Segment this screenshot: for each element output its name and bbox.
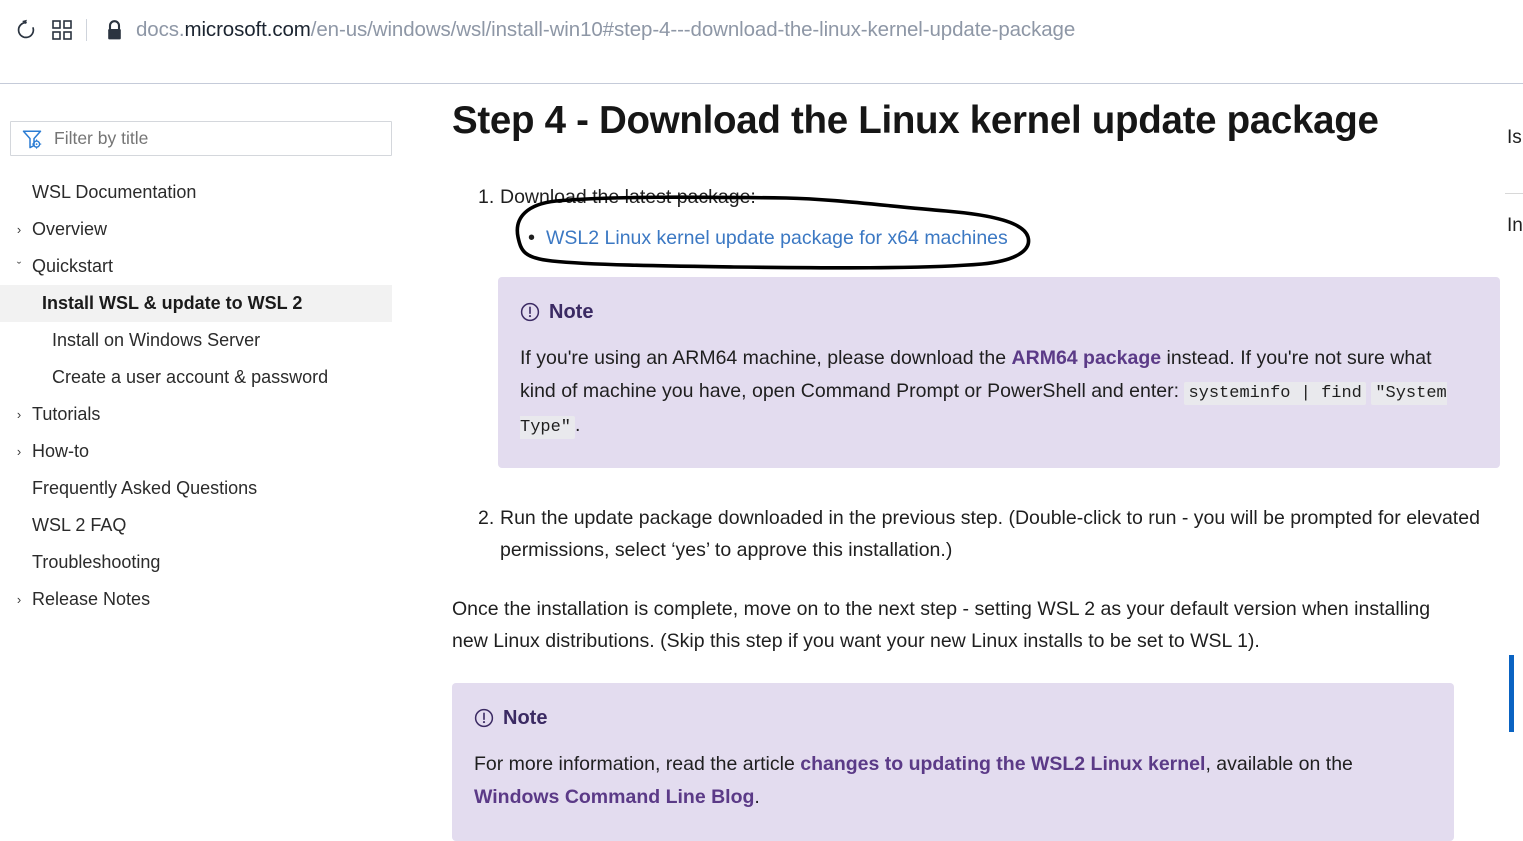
chevron-right-icon[interactable]: ›: [10, 444, 28, 459]
url-path: /en-us/windows/wsl/install-win10#step-4-…: [310, 18, 1076, 41]
closing-paragraph: Once the installation is complete, move …: [452, 597, 1431, 652]
sidebar-item-troubleshooting[interactable]: Troubleshooting: [0, 544, 410, 581]
note-header-label: Note: [549, 300, 594, 323]
sidebar-item-create-a-user-account-password[interactable]: Create a user account & password: [0, 359, 410, 396]
code-systeminfo-find: systeminfo | find: [1184, 382, 1366, 406]
chevron-right-icon[interactable]: ›: [10, 592, 28, 607]
note2-text-end: .: [754, 786, 760, 809]
sidebar-item-label: Overview: [32, 219, 108, 239]
note-body: For more information, read the article c…: [474, 748, 1426, 815]
sidebar-item-label: WSL Documentation: [32, 182, 197, 202]
note1-text-before: If you're using an ARM64 machine, please…: [520, 346, 1012, 369]
reload-icon: [17, 19, 35, 39]
sidebar-item-overview[interactable]: › Overview: [0, 211, 410, 248]
lock-icon: [107, 19, 121, 39]
sidebar-item-wsl-2-faq[interactable]: WSL 2 FAQ: [0, 507, 410, 544]
scroll-position-indicator[interactable]: [1509, 655, 1514, 732]
sidebar-item-install-on-windows-server[interactable]: Install on Windows Server: [0, 322, 410, 359]
sidebar-item-label: Create a user account & password: [52, 367, 329, 387]
step-1-sublist: WSL2 Linux kernel update package for x64…: [500, 222, 1500, 254]
filter-input[interactable]: [52, 127, 381, 150]
sidebar-item-label: Release Notes: [32, 589, 151, 609]
note-header-label: Note: [503, 706, 548, 729]
sidebar-item-label: Install on Windows Server: [52, 330, 261, 350]
note2-text-middle: , available on the: [1205, 752, 1353, 775]
arm64-package-link[interactable]: ARM64 package: [1012, 347, 1162, 369]
filter-by-title-box[interactable]: [10, 121, 392, 156]
steps-list-continued: Run the update package downloaded in the…: [452, 502, 1500, 566]
reload-button[interactable]: [8, 13, 44, 47]
sidebar-item-frequently-asked-questions[interactable]: Frequently Asked Questions: [0, 470, 410, 507]
sidebar-item-wsl-documentation[interactable]: WSL Documentation: [0, 174, 410, 211]
sidebar-item-how-to[interactable]: › How-to: [0, 433, 410, 470]
sidebar-item-label: Tutorials: [32, 404, 101, 424]
step-2-wrapper: Run the update package downloaded in the…: [452, 502, 1500, 566]
toolbar-divider: [86, 19, 87, 41]
sidebar-item-install-wsl-update-to-wsl-2[interactable]: Install WSL & update to WSL 2: [0, 285, 392, 322]
wsl2-kernel-download-link[interactable]: WSL2 Linux kernel update package for x64…: [546, 227, 1008, 249]
note1-text-end: .: [575, 413, 581, 436]
toc-item-2[interactable]: In: [1507, 215, 1523, 237]
sidebar-item-label: Troubleshooting: [32, 552, 161, 572]
list-item: WSL2 Linux kernel update package for x64…: [528, 222, 1500, 254]
note2-text-before: For more information, read the article: [474, 752, 801, 775]
info-exclamation-icon: [520, 302, 540, 322]
sidebar-item-label: Frequently Asked Questions: [32, 478, 258, 498]
url-domain: microsoft.com: [184, 18, 311, 41]
grid-icon: [52, 20, 72, 40]
sidebar-navigation: WSL Documentation › Overview ˇ Quickstar…: [0, 85, 410, 821]
chevron-right-icon[interactable]: ›: [10, 222, 28, 237]
app-launcher-button[interactable]: [44, 13, 80, 47]
sidebar-item-label: WSL 2 FAQ: [32, 515, 127, 535]
changes-to-updating-wsl2-kernel-link[interactable]: changes to updating the WSL2 Linux kerne…: [800, 753, 1205, 775]
step-2: Run the update package downloaded in the…: [478, 502, 1500, 566]
right-table-of-contents: Is In: [1505, 85, 1523, 821]
page-container: WSL Documentation › Overview ˇ Quickstar…: [0, 85, 1523, 841]
toc-item-1[interactable]: Is: [1507, 127, 1522, 149]
note-box-arm64: Note If you're using an ARM64 machine, p…: [498, 276, 1500, 469]
sidebar-item-label: Quickstart: [32, 256, 114, 276]
note-header: Note: [520, 301, 1472, 324]
sidebar-item-label: Install WSL & update to WSL 2: [42, 293, 303, 313]
step-1: Download the latest package: WSL2 Linux …: [478, 181, 1500, 254]
site-security-button[interactable]: [97, 13, 131, 47]
sidebar-item-release-notes[interactable]: › Release Notes: [0, 581, 410, 618]
address-bar[interactable]: docs. microsoft.com/en-us/windows/wsl/ins…: [131, 13, 1075, 47]
main-content: Step 4 - Download the Linux kernel updat…: [410, 85, 1500, 841]
step-1-text: Download the latest package:: [500, 186, 756, 209]
sidebar-item-tutorials[interactable]: › Tutorials: [0, 396, 410, 433]
browser-chrome: docs. microsoft.com/en-us/windows/wsl/ins…: [0, 0, 1523, 84]
page-title: Step 4 - Download the Linux kernel updat…: [452, 99, 1379, 142]
browser-toolbar: docs. microsoft.com/en-us/windows/wsl/ins…: [0, 13, 1075, 47]
url-subdomain: docs.: [136, 18, 185, 41]
step-2-text: Run the update package downloaded in the…: [500, 507, 1480, 562]
note-header: Note: [474, 707, 1426, 730]
note-body: If you're using an ARM64 machine, please…: [520, 342, 1472, 443]
toc-divider: [1505, 193, 1523, 194]
sidebar-item-label: How-to: [32, 441, 90, 461]
filter-icon: [22, 129, 42, 149]
info-exclamation-icon: [474, 709, 494, 728]
sidebar-item-quickstart[interactable]: ˇ Quickstart: [0, 248, 410, 285]
steps-list: Download the latest package: WSL2 Linux …: [452, 181, 1500, 254]
sidebar-item-list: WSL Documentation › Overview ˇ Quickstar…: [0, 174, 410, 618]
note-box-more-information: Note For more information, read the arti…: [452, 682, 1454, 841]
chevron-down-icon[interactable]: ˇ: [10, 259, 28, 274]
chevron-right-icon[interactable]: ›: [10, 407, 28, 422]
windows-command-line-blog-link[interactable]: Windows Command Line Blog: [474, 786, 754, 808]
